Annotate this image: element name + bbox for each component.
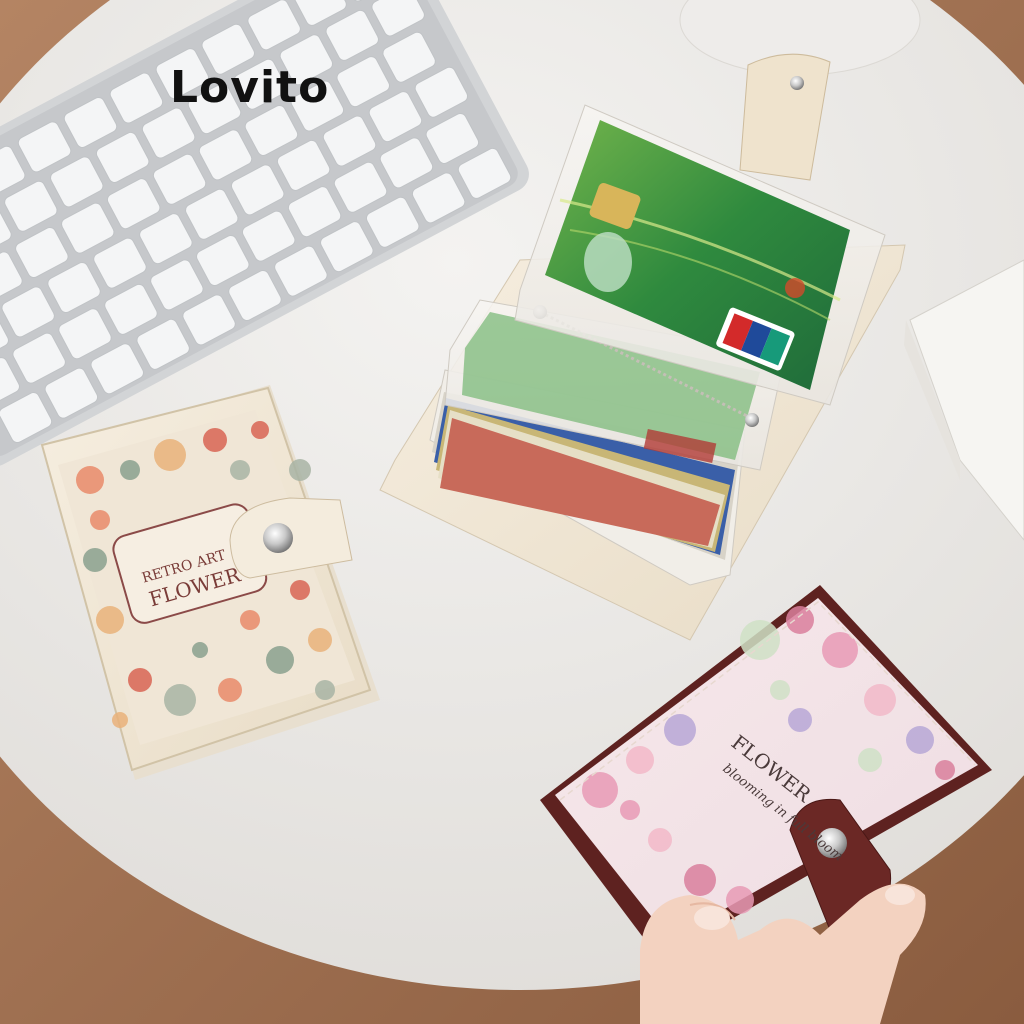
- flower-motif: [289, 459, 311, 481]
- flower-motif: [251, 421, 269, 439]
- brand-logo: Lovito: [170, 62, 330, 113]
- flower-motif: [935, 760, 955, 780]
- flower-motif: [128, 668, 152, 692]
- flower-motif: [626, 746, 654, 774]
- flower-motif: [858, 748, 882, 772]
- flower-motif: [290, 580, 310, 600]
- flower-motif: [96, 606, 124, 634]
- flower-motif: [582, 772, 618, 808]
- flower-motif: [315, 680, 335, 700]
- flower-motif: [76, 466, 104, 494]
- flower-motif: [230, 460, 250, 480]
- flower-motif: [648, 828, 672, 852]
- flower-motif: [240, 610, 260, 630]
- flower-motif: [90, 510, 110, 530]
- flower-motif: [120, 460, 140, 480]
- flower-motif: [192, 642, 208, 658]
- flower-motif: [664, 714, 696, 746]
- flower-motif: [203, 428, 227, 452]
- flower-motif: [620, 800, 640, 820]
- product-scene: RETRO ART FLOWER FLOWER blooming in full…: [0, 0, 1024, 1024]
- flower-motif: [266, 646, 294, 674]
- flower-motif: [770, 680, 790, 700]
- flower-motif: [308, 628, 332, 652]
- flower-motif: [164, 684, 196, 716]
- flower-motif: [906, 726, 934, 754]
- flower-motif: [726, 886, 754, 914]
- flower-motif: [83, 548, 107, 572]
- flower-motif: [788, 708, 812, 732]
- flower-motif: [684, 864, 716, 896]
- flower-motif: [786, 606, 814, 634]
- flower-motif: [154, 439, 186, 471]
- flower-motif: [864, 684, 896, 716]
- snap-button: [263, 523, 293, 553]
- flower-motif: [218, 678, 242, 702]
- flower-motif: [112, 712, 128, 728]
- flower-motif: [740, 620, 780, 660]
